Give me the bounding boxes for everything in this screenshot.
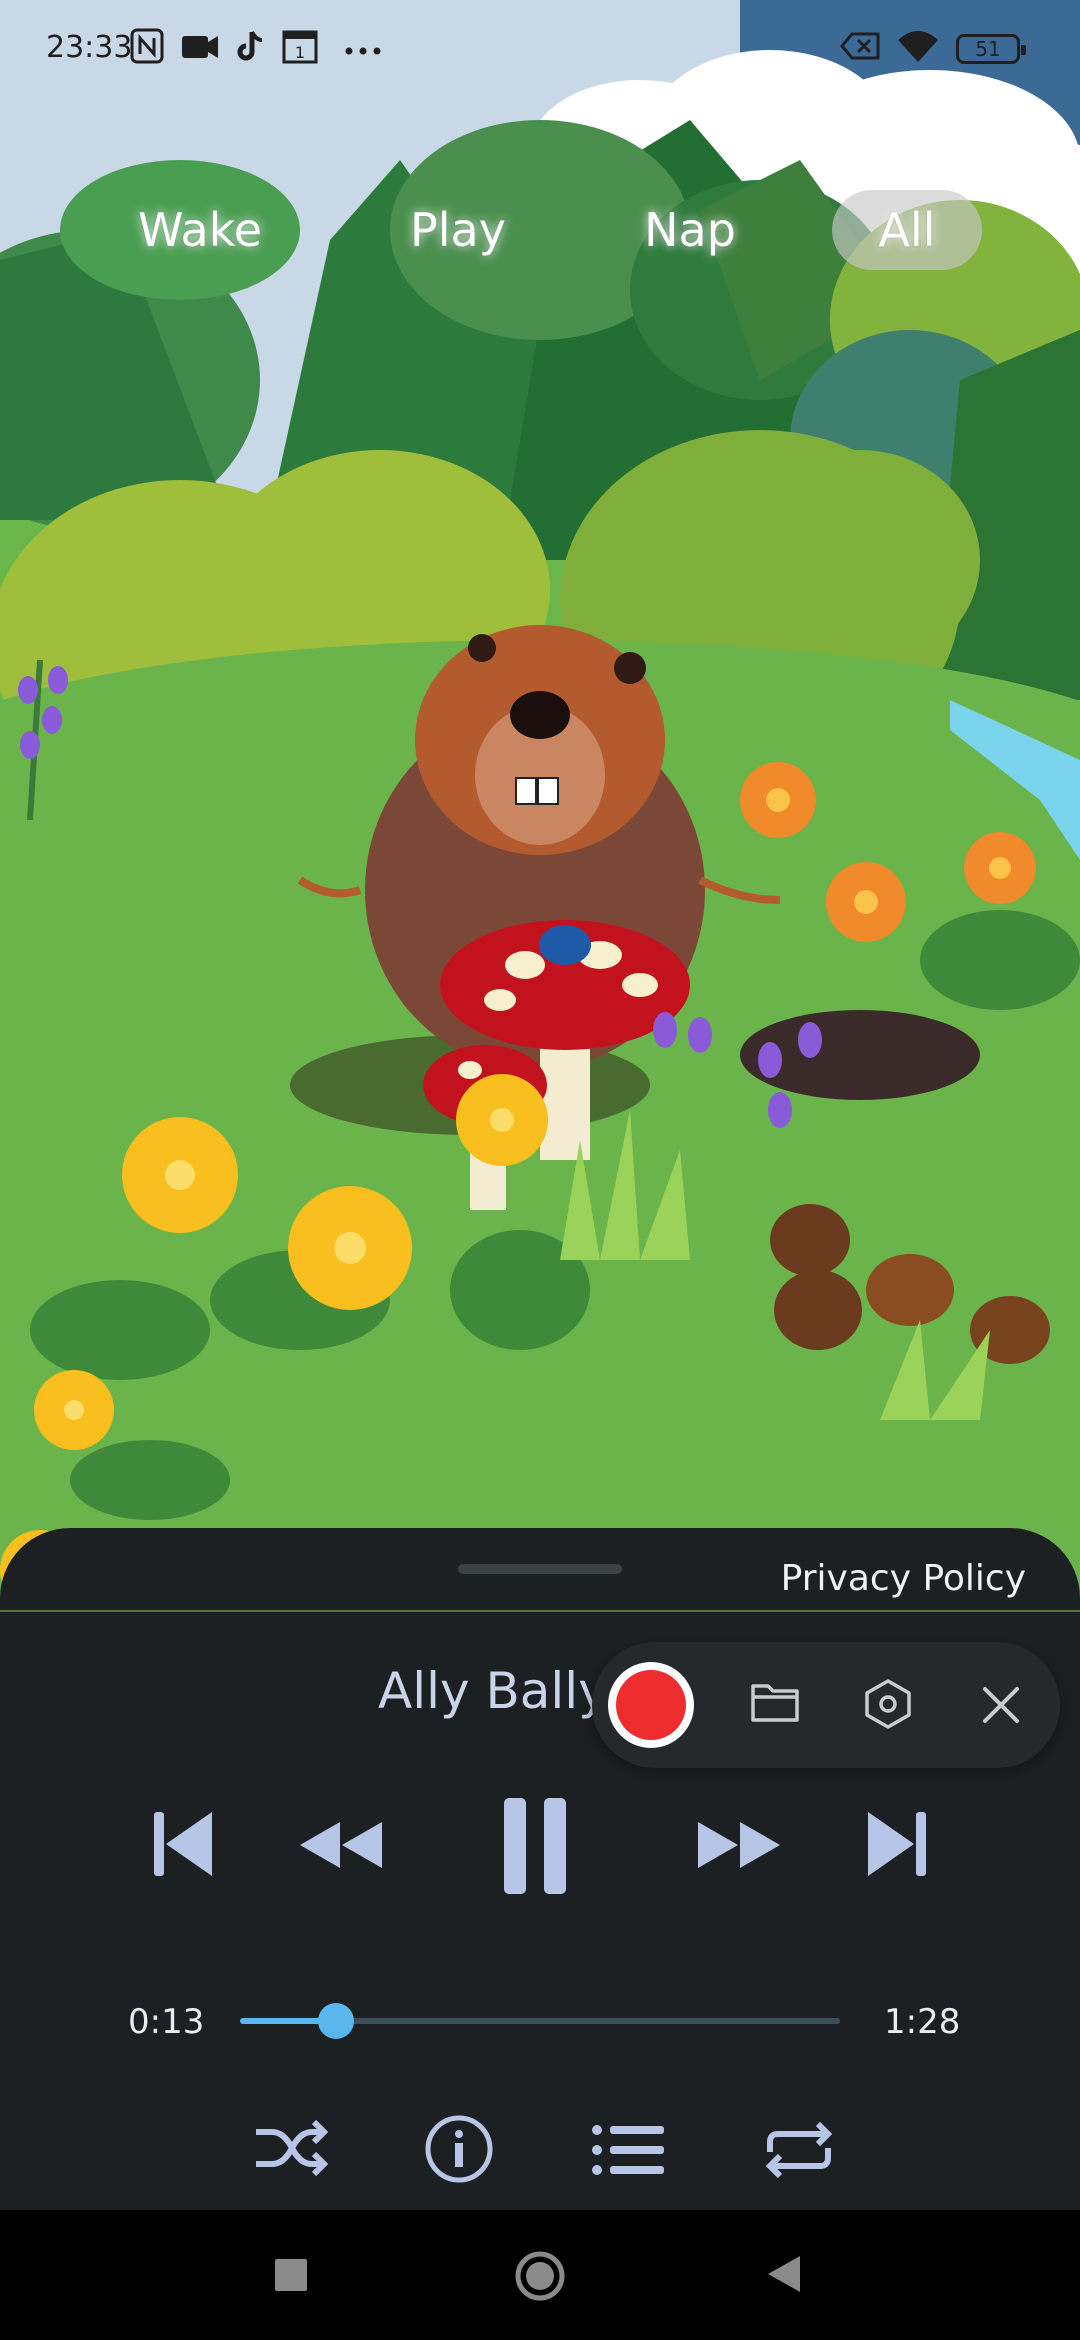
tab-all[interactable]: All — [832, 190, 982, 270]
recents-button[interactable] — [274, 2258, 308, 2296]
tab-nap[interactable]: Nap — [600, 190, 780, 270]
system-navigation-bar — [0, 2210, 1080, 2340]
fast-forward-button[interactable] — [696, 1820, 782, 1874]
total-duration: 1:28 — [884, 2002, 961, 2042]
status-time: 23:33 — [46, 30, 133, 65]
tab-play[interactable]: Play — [368, 190, 548, 270]
pause-button[interactable] — [500, 1796, 570, 1900]
screen-recorder-toolbar — [592, 1642, 1060, 1768]
next-track-button[interactable] — [866, 1810, 928, 1882]
privacy-policy-link[interactable]: Privacy Policy — [781, 1558, 1026, 1599]
status-bar: 23:33 1 51 — [0, 0, 1080, 100]
playlist-button[interactable] — [592, 2124, 666, 2180]
player-panel: Privacy Policy Ally Bally 0:13 1:28 — [0, 1528, 1080, 2210]
rewind-icon — [300, 1822, 382, 1868]
repeat-button[interactable] — [762, 2120, 836, 2184]
battery-level: 51 — [975, 37, 1001, 61]
calendar-icon: 1 — [282, 28, 318, 72]
home-circle-icon — [515, 2251, 565, 2301]
home-button[interactable] — [514, 2250, 566, 2306]
progress-slider[interactable] — [240, 2003, 840, 2039]
panel-divider — [0, 1610, 1080, 1612]
progress-thumb[interactable] — [318, 2003, 354, 2039]
battery-icon: 51 — [956, 34, 1026, 64]
mode-tabs: Wake Play Nap All — [0, 190, 1080, 280]
tab-wake[interactable]: Wake — [110, 190, 290, 270]
video-camera-icon — [180, 28, 220, 72]
playlist-icon — [592, 2125, 664, 2175]
shuffle-icon — [256, 2119, 329, 2177]
record-button[interactable] — [608, 1662, 694, 1748]
drag-handle[interactable] — [458, 1564, 622, 1574]
tiktok-icon — [236, 28, 266, 72]
previous-track-button[interactable] — [152, 1810, 214, 1882]
back-button[interactable] — [766, 2254, 802, 2298]
back-triangle-icon — [768, 2256, 800, 2292]
svg-text:1: 1 — [295, 43, 305, 62]
more-icon — [344, 34, 384, 69]
info-button[interactable] — [424, 2114, 494, 2188]
folder-icon — [751, 1684, 799, 1722]
elapsed-time: 0:13 — [128, 2002, 205, 2042]
settings-hexagon-icon — [865, 1679, 911, 1729]
track-title: Ally Bally — [378, 1662, 608, 1720]
recordings-folder-button[interactable] — [750, 1680, 800, 1728]
recents-square-icon — [275, 2259, 307, 2291]
sim-off-icon — [840, 28, 882, 72]
skip-next-icon — [868, 1812, 926, 1876]
pause-icon — [504, 1798, 566, 1894]
skip-previous-icon — [154, 1812, 212, 1876]
recorder-settings-button[interactable] — [864, 1678, 912, 1734]
close-icon — [983, 1687, 1019, 1723]
wifi-icon — [896, 28, 940, 72]
rewind-button[interactable] — [298, 1820, 384, 1874]
shuffle-button[interactable] — [254, 2118, 329, 2182]
fast-forward-icon — [698, 1822, 780, 1868]
repeat-icon — [765, 2121, 833, 2179]
info-icon — [425, 2115, 493, 2183]
record-icon — [616, 1670, 686, 1740]
recorder-close-button[interactable] — [982, 1686, 1020, 1728]
nfc-icon — [130, 28, 164, 72]
